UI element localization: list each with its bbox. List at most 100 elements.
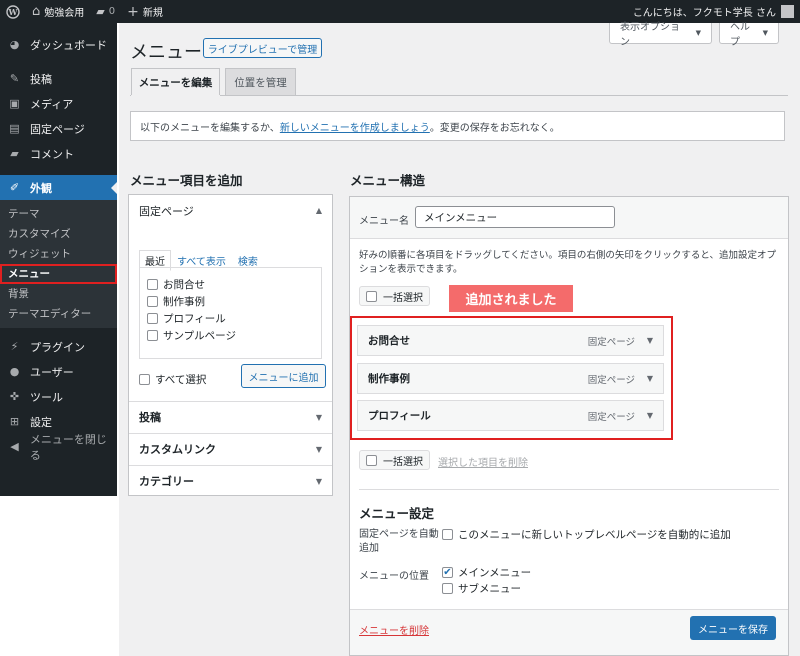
new-content-link[interactable]: + 新規 bbox=[121, 0, 169, 23]
menu-item[interactable]: プロフィール 固定ページ ▼ bbox=[357, 400, 664, 431]
list-item[interactable]: 制作事例 bbox=[147, 293, 321, 310]
wordpress-icon: W bbox=[6, 4, 20, 19]
help-button[interactable]: ヘルプ ▼ bbox=[719, 22, 779, 48]
save-menu-button[interactable]: メニューを保存 bbox=[690, 616, 776, 640]
wrench-icon: ✜ bbox=[9, 390, 20, 403]
custom-links-section-header[interactable]: カスタムリンク ▼ bbox=[129, 433, 332, 464]
menu-item[interactable]: お問合せ 固定ページ ▼ bbox=[357, 325, 664, 356]
my-account[interactable]: こんにちは、フクモト学長 さん bbox=[633, 4, 800, 19]
tab-divider bbox=[130, 95, 131, 96]
menu-pages[interactable]: ▤ 固定ページ bbox=[0, 116, 117, 141]
tab-edit-menus[interactable]: メニューを編集 bbox=[131, 68, 220, 95]
tab-manage-locations[interactable]: 位置を管理 bbox=[225, 68, 296, 95]
menu-settings-heading: メニュー設定 bbox=[359, 506, 435, 521]
caret-down-icon: ▼ bbox=[315, 476, 322, 486]
menu-label: プラグイン bbox=[30, 340, 85, 354]
plugin-icon: ⚡ bbox=[10, 340, 19, 353]
section-title: 投稿 bbox=[139, 411, 161, 424]
menu-appearance[interactable]: ✐ 外観 bbox=[0, 175, 117, 200]
submenu-widgets[interactable]: ウィジェット bbox=[0, 244, 117, 264]
menu-posts[interactable]: ✎ 投稿 bbox=[0, 66, 117, 91]
section-title: カテゴリー bbox=[139, 475, 194, 488]
menu-label: 外観 bbox=[30, 181, 52, 195]
menu-comments[interactable]: ▰ コメント bbox=[0, 141, 117, 166]
wordpress-logo[interactable]: W bbox=[0, 0, 26, 23]
bulk-select-label: 一括選択 bbox=[383, 456, 423, 468]
caret-down-icon[interactable]: ▼ bbox=[647, 336, 653, 345]
checkbox[interactable] bbox=[147, 279, 158, 290]
location-sub-checkbox[interactable] bbox=[442, 583, 453, 594]
submenu-theme-editor[interactable]: テーマエディター bbox=[0, 304, 117, 324]
checkbox[interactable] bbox=[147, 313, 158, 324]
menu-item-title: プロフィール bbox=[368, 410, 431, 422]
caret-down-icon[interactable]: ▼ bbox=[647, 411, 653, 420]
comment-icon: ▰ bbox=[10, 147, 19, 160]
page-title: メニュー bbox=[130, 42, 202, 63]
list-item[interactable]: サンプルページ bbox=[147, 327, 321, 344]
add-items-panel: 固定ページ ▲ 最近 すべて表示 検索 お問合せ 制作事例 プロフィール サンプ… bbox=[128, 194, 333, 496]
settings-icon: ⊞ bbox=[9, 415, 20, 428]
select-all-checkbox[interactable] bbox=[139, 374, 150, 385]
list-item[interactable]: お問合せ bbox=[147, 276, 321, 293]
page-label: お問合せ bbox=[163, 279, 205, 291]
location-main-row[interactable]: ✔ メインメニュー bbox=[442, 564, 531, 581]
checkbox[interactable] bbox=[366, 454, 377, 466]
menu-item-title: お問合せ bbox=[368, 335, 410, 347]
menu-plugins[interactable]: ⚡ プラグイン bbox=[0, 334, 117, 359]
checkbox[interactable] bbox=[147, 296, 158, 307]
comment-count: 0 bbox=[108, 6, 116, 17]
caret-down-icon: ▼ bbox=[695, 29, 701, 37]
menu-label: ツール bbox=[30, 390, 63, 404]
pages-section-header[interactable]: 固定ページ ▲ bbox=[129, 195, 332, 226]
section-title: カスタムリンク bbox=[139, 443, 216, 456]
checkmark-icon[interactable]: ✔ bbox=[442, 567, 453, 578]
menu-dashboard[interactable]: ◕ ダッシュボード bbox=[0, 32, 117, 57]
site-name-link[interactable]: ⌂ 勉強会用 bbox=[26, 0, 90, 23]
divider bbox=[359, 489, 779, 490]
screen-options-button[interactable]: 表示オプション ▼ bbox=[609, 22, 712, 48]
submenu-themes[interactable]: テーマ bbox=[0, 204, 117, 224]
admin-sidebar: ◕ ダッシュボード ✎ 投稿 ▣ メディア ▤ 固定ページ ▰ コメント ✐ 外観 テーマ … bbox=[0, 23, 117, 496]
submenu-menus[interactable]: メニュー bbox=[0, 264, 117, 284]
added-badge: 追加されました bbox=[449, 285, 573, 312]
add-to-menu-button[interactable]: メニューに追加 bbox=[241, 364, 326, 388]
bulk-select-button[interactable]: 一括選択 bbox=[359, 286, 430, 306]
live-preview-button[interactable]: ライブプレビューで管理 bbox=[203, 38, 322, 58]
auto-add-checkbox[interactable] bbox=[442, 529, 453, 540]
menu-name-input[interactable]: メインメニュー bbox=[415, 206, 615, 228]
collapse-menu[interactable]: ◀ メニューを閉じる bbox=[0, 433, 117, 462]
appearance-submenu: テーマ カスタマイズ ウィジェット メニュー 背景 テーマエディター bbox=[0, 200, 117, 328]
location-sub-row[interactable]: サブメニュー bbox=[442, 580, 521, 597]
bulk-select-button-bottom[interactable]: 一括選択 bbox=[359, 450, 430, 470]
comments-link[interactable]: ▰ 0 bbox=[90, 0, 121, 23]
tab-divider bbox=[220, 95, 788, 96]
caret-down-icon: ▼ bbox=[315, 444, 322, 454]
menu-tools[interactable]: ✜ ツール bbox=[0, 384, 117, 409]
checkbox[interactable] bbox=[147, 330, 158, 341]
dashboard-icon: ◕ bbox=[9, 38, 20, 51]
submenu-background[interactable]: 背景 bbox=[0, 284, 117, 304]
remove-selected-link[interactable]: 選択した項目を削除 bbox=[438, 454, 528, 469]
notice-text: 以下のメニューを編集するか、 bbox=[140, 122, 280, 134]
main-content: 表示オプション ▼ ヘルプ ▼ メニュー ライブプレビューで管理 メニューを編集 位… bbox=[119, 22, 800, 656]
menu-item[interactable]: 制作事例 固定ページ ▼ bbox=[357, 363, 664, 394]
menu-label: 固定ページ bbox=[30, 122, 85, 136]
auto-add-row[interactable]: このメニューに新しいトップレベルページを自動的に追加 bbox=[442, 526, 731, 543]
menu-users[interactable]: ● ユーザー bbox=[0, 359, 117, 384]
menu-item-type: 固定ページ bbox=[587, 336, 635, 348]
select-all-row[interactable]: すべて選択 bbox=[139, 371, 206, 388]
location-sub-label: サブメニュー bbox=[458, 583, 521, 595]
create-new-menu-link[interactable]: 新しいメニューを作成しましょう bbox=[280, 119, 430, 134]
menu-item-type: 固定ページ bbox=[587, 374, 635, 386]
instructions: 好みの順番に各項目をドラッグしてください。項目の右側の矢印をクリックすると、追加… bbox=[359, 250, 777, 275]
list-item[interactable]: プロフィール bbox=[147, 310, 321, 327]
categories-section-header[interactable]: カテゴリー ▼ bbox=[129, 465, 332, 496]
posts-section-header[interactable]: 投稿 ▼ bbox=[129, 401, 332, 432]
caret-down-icon[interactable]: ▼ bbox=[647, 374, 653, 383]
menu-media[interactable]: ▣ メディア bbox=[0, 91, 117, 116]
delete-menu-link[interactable]: メニューを削除 bbox=[359, 622, 429, 637]
menu-label: 設定 bbox=[30, 415, 52, 429]
submenu-customize[interactable]: カスタマイズ bbox=[0, 224, 117, 244]
caret-down-icon: ▼ bbox=[762, 29, 768, 37]
checkbox[interactable] bbox=[366, 290, 377, 302]
